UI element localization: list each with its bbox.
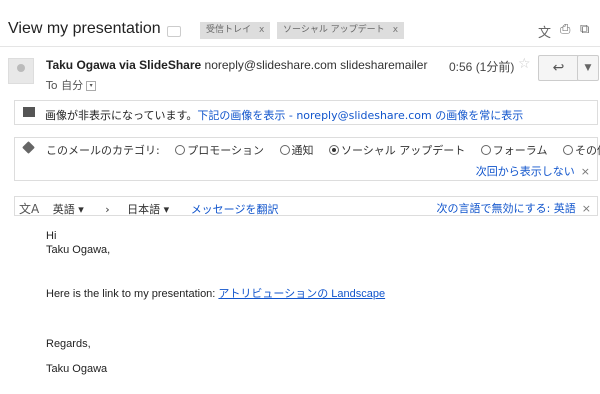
body-signature: Taku Ogawa xyxy=(46,363,108,375)
body-greeting: Hi xyxy=(46,230,57,242)
label-chip-text: ソーシャル アップデート xyxy=(283,25,385,35)
images-notice-text: 画像が非表示になっています。下記の画像を表示 - noreply@slidesh… xyxy=(45,107,523,123)
images-hidden-notice: 画像が非表示になっています。下記の画像を表示 - noreply@slidesh… xyxy=(14,100,598,125)
image-icon xyxy=(23,107,35,117)
recipient-text: To 自分 xyxy=(46,79,84,92)
divider xyxy=(0,46,600,47)
translate-icon: 文A xyxy=(19,202,40,216)
reply-button[interactable]: ↩ xyxy=(538,55,579,81)
radio-icon[interactable] xyxy=(562,145,573,155)
disable-translation-link[interactable]: 次の言語で無効にする: 英語 xyxy=(436,202,575,215)
radio-selected-icon[interactable] xyxy=(329,145,339,155)
category-option-label: その他 xyxy=(574,144,600,157)
category-options: このメールのカテゴリ: プロモーション 通知 ソーシャル アップデート フォーラ… xyxy=(46,142,600,158)
show-images-link[interactable]: 下記の画像を表示 xyxy=(197,109,285,122)
message-time: 0:56 (1分前) xyxy=(449,60,515,74)
category-option-label: フォーラム xyxy=(492,144,548,157)
category-option-label: ソーシャル アップデート xyxy=(341,144,466,157)
category-option-label: プロモーション xyxy=(187,144,264,157)
chevron-down-icon: ▼ xyxy=(584,63,592,73)
star-icon[interactable]: ☆ xyxy=(518,56,531,72)
reply-icon: ↩ xyxy=(552,60,565,76)
label-chip-inbox[interactable]: 受信トレイ x xyxy=(200,22,271,39)
sender-line: Taku Ogawa via SlideShare noreply@slides… xyxy=(46,58,427,72)
always-show-images-link[interactable]: noreply@slideshare.com の画像を常に表示 xyxy=(296,109,523,122)
category-option-forums[interactable]: フォーラム xyxy=(480,144,548,157)
separator: - xyxy=(285,109,297,122)
category-option-label: 通知 xyxy=(291,144,314,157)
label-chip-social[interactable]: ソーシャル アップデート x xyxy=(277,22,405,39)
presentation-link[interactable]: アトリビューションの Landscape xyxy=(218,288,385,300)
remove-label-icon[interactable]: x xyxy=(393,25,398,35)
translate-bar: 文A 英語 ▾ › 日本語 ▾ メッセージを翻訳 次の言語で無効にする: 英語 × xyxy=(14,196,598,216)
body-recipient-name: Taku Ogawa, xyxy=(46,244,111,256)
category-option-promotions[interactable]: プロモーション xyxy=(175,144,264,157)
translate-disable-group: 次の言語で無効にする: 英語 × xyxy=(436,200,591,216)
radio-icon[interactable] xyxy=(279,145,290,155)
category-bar: このメールのカテゴリ: プロモーション 通知 ソーシャル アップデート フォーラ… xyxy=(14,137,600,181)
category-prompt: このメールのカテゴリ: xyxy=(46,144,160,157)
body-regards: Regards, xyxy=(46,338,91,350)
dont-show-again-link[interactable]: 次回から表示しない xyxy=(476,165,575,178)
new-window-icon[interactable]: ⧉ xyxy=(580,22,589,37)
remove-label-icon[interactable]: x xyxy=(259,25,264,35)
more-options-button[interactable]: ▼ xyxy=(577,55,599,81)
images-hidden-label: 画像が非表示になっています。 xyxy=(45,109,198,122)
category-option-social[interactable]: ソーシャル アップデート xyxy=(329,144,465,157)
radio-icon[interactable] xyxy=(175,145,186,155)
label-important-icon[interactable] xyxy=(167,26,181,37)
body-link-prefix: Here is the link to my presentation: xyxy=(46,288,219,300)
translate-icon[interactable]: 文 xyxy=(538,22,551,41)
sender-name: Taku Ogawa via SlideShare xyxy=(46,58,202,72)
category-option-other[interactable]: その他 xyxy=(562,144,600,157)
radio-icon[interactable] xyxy=(480,145,491,155)
arrow-icon: › xyxy=(105,203,110,216)
label-chip-text: 受信トレイ xyxy=(206,25,252,35)
email-subject: View my presentation xyxy=(8,20,161,37)
recipient-details-icon[interactable]: ▾ xyxy=(86,81,97,91)
close-icon[interactable]: × xyxy=(581,165,590,178)
avatar xyxy=(8,58,34,84)
close-icon[interactable]: × xyxy=(582,202,591,215)
print-icon[interactable]: ⎙ xyxy=(560,22,570,37)
target-language-select[interactable]: 日本語 ▾ xyxy=(127,203,169,216)
category-option-updates[interactable]: 通知 xyxy=(279,144,314,157)
sender-email: noreply@slideshare.com slidesharemailer xyxy=(204,58,428,72)
tag-icon xyxy=(22,141,35,154)
translate-row: 文A 英語 ▾ › 日本語 ▾ メッセージを翻訳 次の言語で無効にする: 英語 × xyxy=(19,200,591,217)
translate-message-link[interactable]: メッセージを翻訳 xyxy=(191,203,279,216)
recipient-line[interactable]: To 自分 ▾ xyxy=(46,77,97,93)
source-language-select[interactable]: 英語 ▾ xyxy=(53,203,84,216)
category-hide-row: 次回から表示しない × xyxy=(476,163,590,179)
body-link-line: Here is the link to my presentation: アトリ… xyxy=(46,285,385,301)
